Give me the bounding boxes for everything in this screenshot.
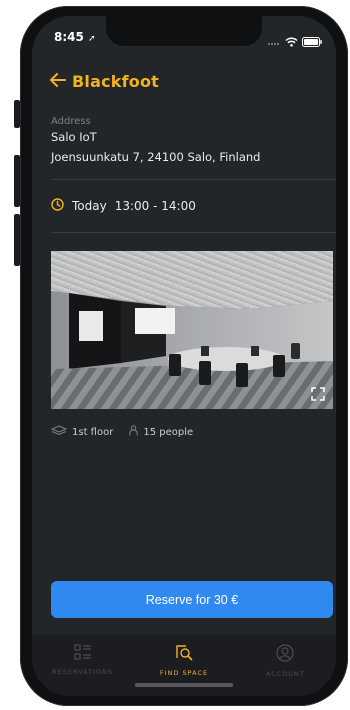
tab-find-space-label: FIND SPACE	[159, 669, 209, 677]
floor-info: 1st floor	[50, 425, 114, 439]
booking-time-range: 13:00 - 14:00	[114, 199, 196, 213]
signal-dots-icon	[267, 32, 281, 51]
clock-icon	[51, 198, 64, 214]
address-name: Salo IoT	[51, 130, 97, 144]
floor-text: 1st floor	[72, 426, 114, 438]
divider	[51, 232, 336, 233]
address-label: Address	[51, 116, 91, 127]
tab-account[interactable]: ACCOUNT	[235, 635, 336, 696]
booking-time-row[interactable]: Today 13:00 - 14:00	[51, 198, 196, 214]
capacity-info: 15 people	[129, 425, 193, 439]
status-time-text: 8:45	[54, 30, 84, 44]
meeting-room-photo[interactable]	[51, 251, 333, 409]
person-icon	[129, 425, 139, 439]
search-space-icon	[175, 644, 193, 665]
back-arrow-icon[interactable]	[50, 72, 66, 91]
page-header: Blackfoot	[50, 72, 159, 91]
status-time: 8:45 ➚	[54, 30, 96, 44]
list-icon	[74, 644, 92, 664]
address-line: Joensuunkatu 7, 24100 Salo, Finland	[51, 150, 261, 164]
room-meta: 1st floor 15 people	[50, 425, 209, 439]
tab-reservations[interactable]: RESERVATIONS	[32, 635, 133, 696]
phone-frame: 8:45 ➚ Blackfoot Address Salo IoT Joensu…	[20, 6, 348, 706]
status-icons	[267, 32, 322, 51]
page-title: Blackfoot	[72, 72, 159, 91]
tab-reservations-label: RESERVATIONS	[52, 668, 114, 676]
fullscreen-icon[interactable]	[311, 387, 325, 401]
account-icon	[276, 644, 294, 666]
location-arrow-icon: ➚	[88, 34, 96, 44]
battery-icon	[302, 32, 322, 51]
home-indicator[interactable]	[135, 683, 233, 687]
camera-notch	[106, 16, 262, 46]
booking-day: Today	[72, 199, 107, 213]
tab-account-label: ACCOUNT	[265, 670, 305, 678]
divider	[51, 179, 336, 180]
wifi-icon	[285, 32, 298, 51]
app-screen: 8:45 ➚ Blackfoot Address Salo IoT Joensu…	[32, 16, 336, 696]
capacity-text: 15 people	[143, 426, 194, 438]
layers-icon	[50, 425, 68, 439]
reserve-button[interactable]: Reserve for 30 €	[51, 581, 333, 618]
